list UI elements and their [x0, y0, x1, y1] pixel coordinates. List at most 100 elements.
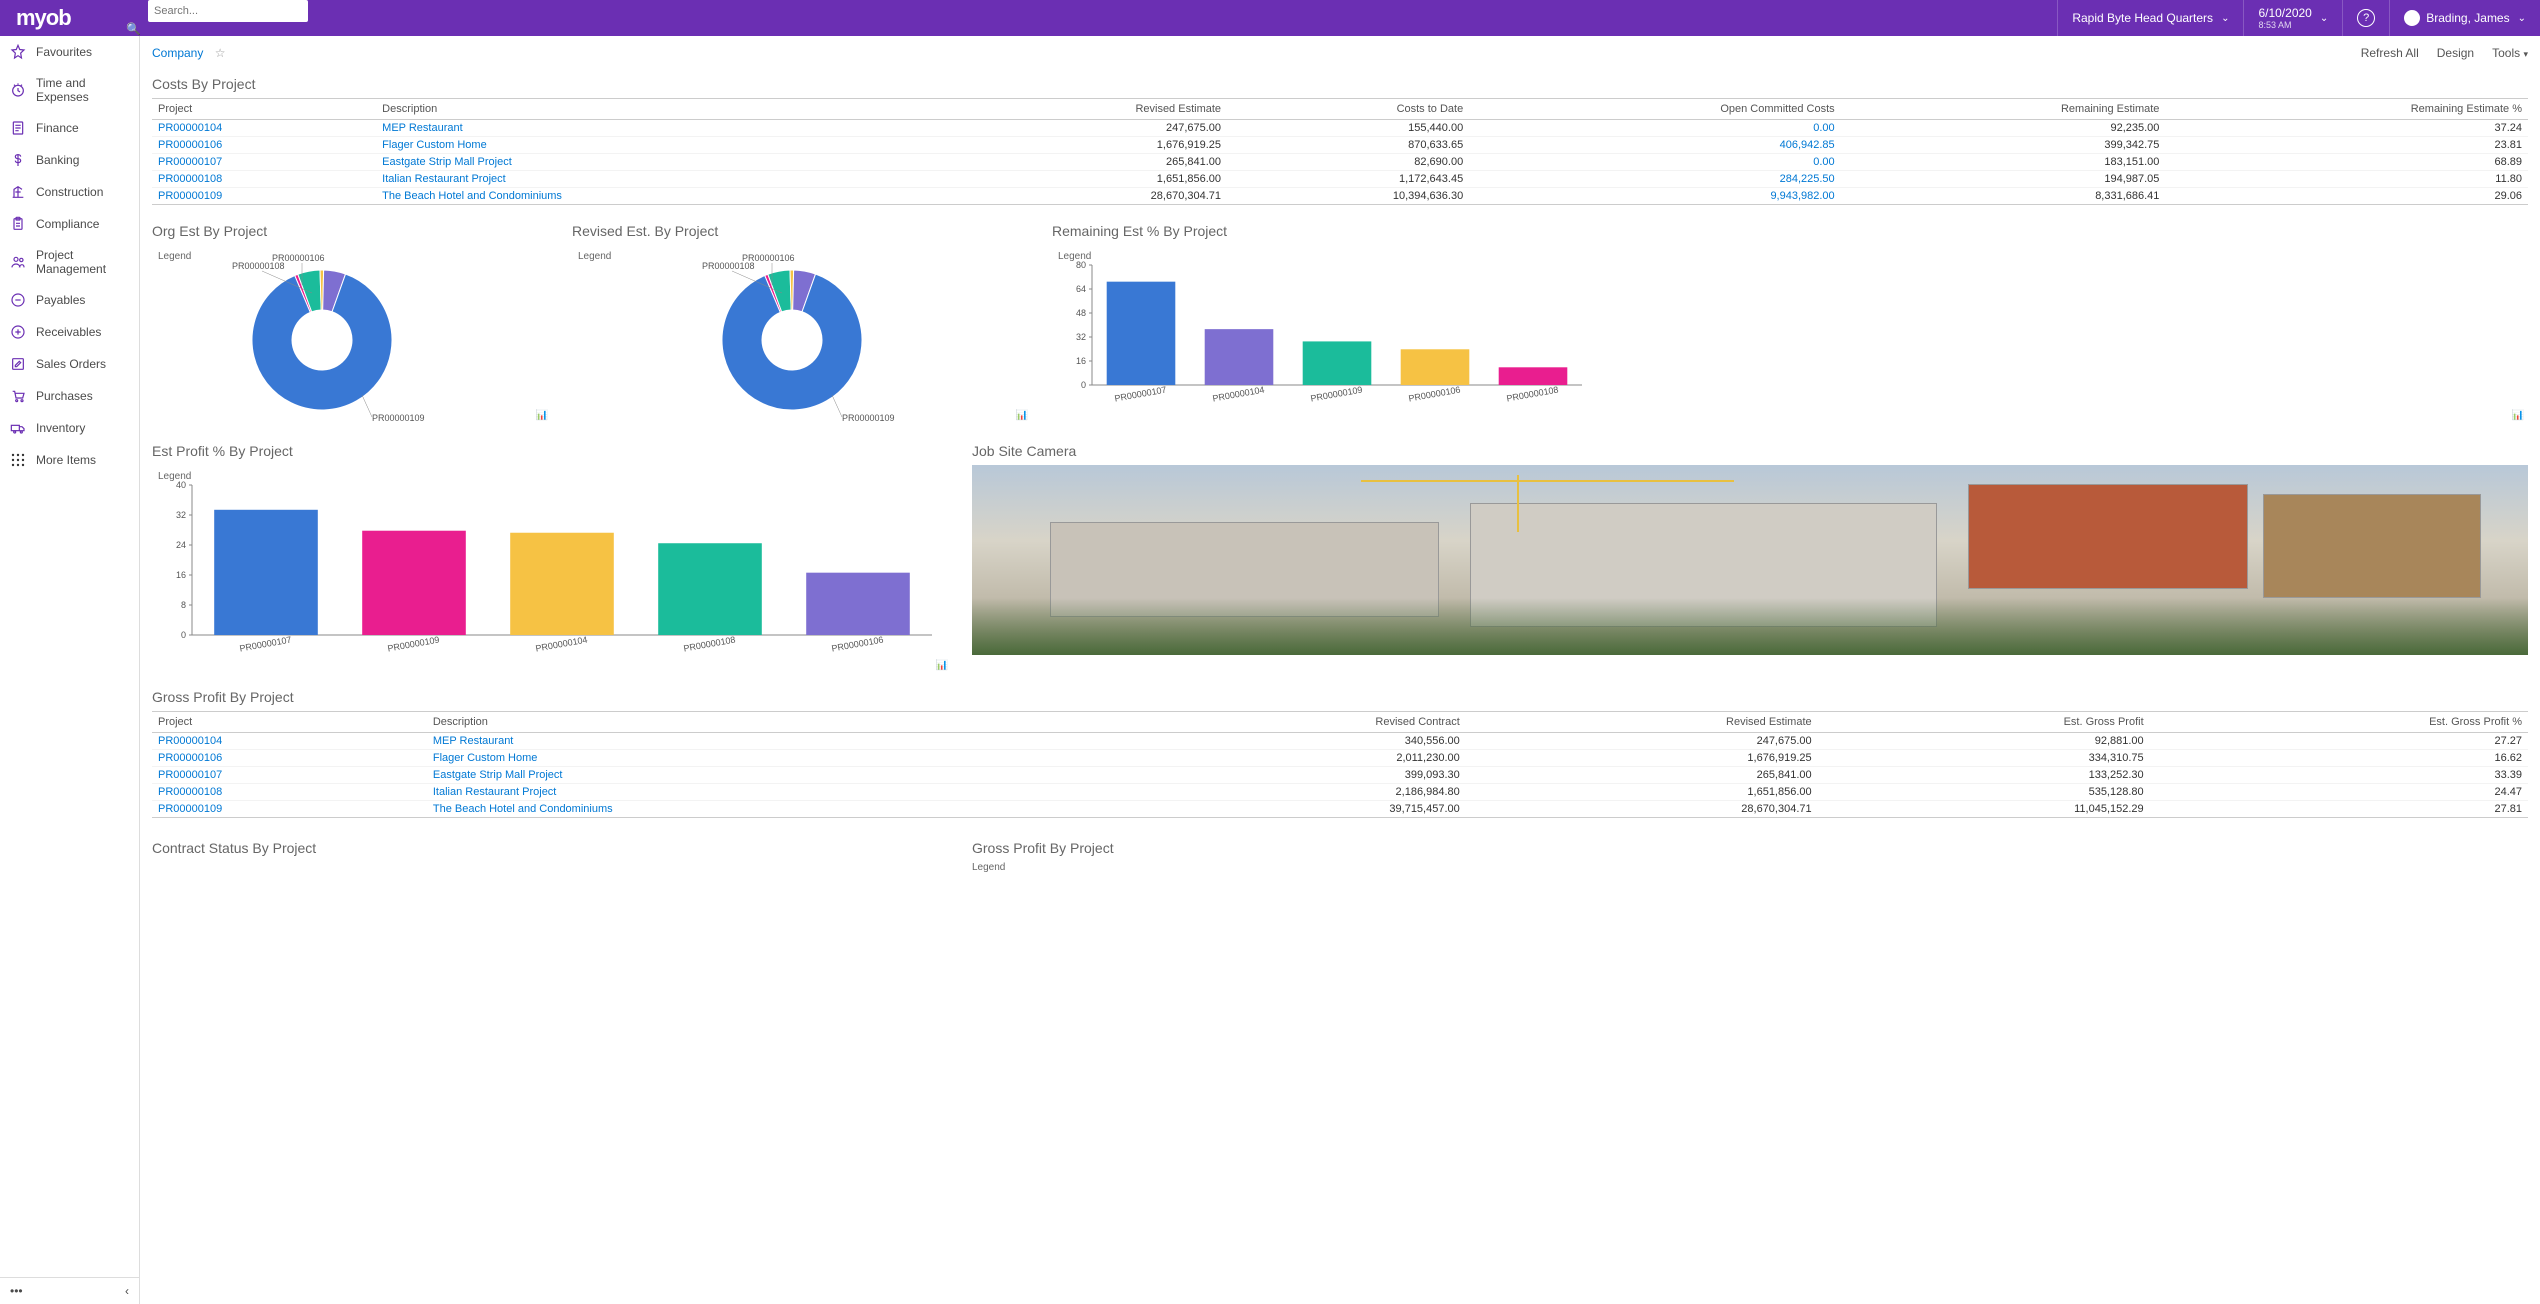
cell: 2,186,984.80 [1118, 784, 1465, 801]
open-cost-link[interactable]: 9,943,982.00 [1770, 190, 1834, 202]
chevron-down-icon: ⌄ [2320, 13, 2328, 24]
sidebar-item-compliance[interactable]: Compliance [0, 208, 139, 240]
open-cost-link[interactable]: 0.00 [1813, 122, 1834, 134]
project-link[interactable]: PR00000109 [158, 803, 222, 815]
desc-link[interactable]: Flager Custom Home [433, 752, 538, 764]
chart-menu-icon[interactable]: 📊 [536, 410, 548, 421]
chevron-down-icon: ▾ [2523, 49, 2528, 59]
col-header[interactable]: Est. Gross Profit [1818, 712, 2150, 733]
desc-link[interactable]: Italian Restaurant Project [382, 173, 506, 185]
desc-link[interactable]: Flager Custom Home [382, 139, 487, 151]
search-input[interactable] [148, 0, 308, 22]
col-header[interactable]: Description [427, 712, 1118, 733]
sidebar-item-more[interactable]: More Items [0, 444, 139, 476]
col-header[interactable]: Revised Estimate [1466, 712, 1818, 733]
company-selector[interactable]: Rapid Byte Head Quarters⌄ [2057, 0, 2243, 36]
svg-text:PR00000106: PR00000106 [1408, 385, 1461, 404]
sidebar-label: Compliance [36, 217, 99, 231]
project-link[interactable]: PR00000107 [158, 156, 222, 168]
project-link[interactable]: PR00000106 [158, 752, 222, 764]
table-row: PR00000107 Eastgate Strip Mall Project 3… [152, 767, 2528, 784]
sidebar-item-sales-orders[interactable]: Sales Orders [0, 348, 139, 380]
col-header[interactable]: Revised Contract [1118, 712, 1465, 733]
col-header[interactable]: Project [152, 99, 376, 120]
table-row: PR00000108 Italian Restaurant Project 1,… [152, 171, 2528, 188]
sidebar-item-project-management[interactable]: Project Management [0, 240, 139, 284]
more-icon[interactable]: ••• [10, 1284, 23, 1298]
user-menu[interactable]: Brading, James ⌄ [2389, 0, 2540, 36]
cell: 2,011,230.00 [1118, 750, 1465, 767]
cell: 23.81 [2165, 137, 2528, 154]
section-camera-title: Job Site Camera [972, 443, 2528, 459]
sidebar-item-purchases[interactable]: Purchases [0, 380, 139, 412]
sidebar-item-banking[interactable]: Banking [0, 144, 139, 176]
sidebar-label: More Items [36, 453, 96, 467]
sidebar-item-receivables[interactable]: Receivables [0, 316, 139, 348]
chart-menu-icon[interactable]: 📊 [1016, 410, 1028, 421]
sidebar-item-construction[interactable]: Construction [0, 176, 139, 208]
sidebar-item-finance[interactable]: Finance [0, 112, 139, 144]
refresh-all-button[interactable]: Refresh All [2361, 46, 2419, 60]
project-link[interactable]: PR00000108 [158, 786, 222, 798]
project-link[interactable]: PR00000104 [158, 122, 222, 134]
section-gross-profit-chart-title: Gross Profit By Project [972, 840, 2528, 856]
search-icon[interactable]: 🔍 [126, 22, 141, 36]
col-header[interactable]: Open Committed Costs [1469, 99, 1840, 120]
desc-link[interactable]: Eastgate Strip Mall Project [433, 769, 563, 781]
collapse-icon[interactable]: ‹ [125, 1284, 129, 1298]
cell: 247,675.00 [940, 120, 1227, 137]
col-header[interactable]: Remaining Estimate % [2165, 99, 2528, 120]
legend-label: Legend [578, 251, 611, 262]
col-header[interactable]: Est. Gross Profit % [2150, 712, 2528, 733]
project-link[interactable]: PR00000108 [158, 173, 222, 185]
col-header[interactable]: Costs to Date [1227, 99, 1469, 120]
desc-link[interactable]: Eastgate Strip Mall Project [382, 156, 512, 168]
cell: 39,715,457.00 [1118, 801, 1465, 818]
chart-menu-icon[interactable]: 📊 [2512, 410, 2524, 421]
col-header[interactable]: Description [376, 99, 940, 120]
design-button[interactable]: Design [2437, 46, 2474, 60]
favourite-star-icon[interactable]: ☆ [215, 46, 226, 60]
help-button[interactable]: ? [2342, 0, 2389, 36]
cell: 11,045,152.29 [1818, 801, 2150, 818]
rev-est-chart[interactable]: PR00000106PR00000108PR00000109 [572, 245, 992, 425]
desc-link[interactable]: Italian Restaurant Project [433, 786, 557, 798]
sidebar-item-payables[interactable]: Payables [0, 284, 139, 316]
remaining-est-chart[interactable]: 01632486480PR00000107PR00000104PR0000010… [1052, 245, 1592, 425]
project-link[interactable]: PR00000107 [158, 769, 222, 781]
sidebar-label: Favourites [36, 45, 92, 59]
project-link[interactable]: PR00000109 [158, 190, 222, 202]
org-est-chart[interactable]: PR00000106PR00000108PR00000109 [152, 245, 472, 425]
sidebar-item-inventory[interactable]: Inventory [0, 412, 139, 444]
sidebar: Favourites Time and ExpensesFinanceBankin… [0, 36, 140, 1304]
desc-link[interactable]: The Beach Hotel and Condominiums [433, 803, 613, 815]
col-header[interactable]: Revised Estimate [940, 99, 1227, 120]
project-link[interactable]: PR00000104 [158, 735, 222, 747]
sidebar-item-time-and-expenses[interactable]: Time and Expenses [0, 68, 139, 112]
cell: 28,670,304.71 [940, 188, 1227, 205]
cell: 399,342.75 [1841, 137, 2166, 154]
table-row: PR00000109 The Beach Hotel and Condomini… [152, 801, 2528, 818]
cell: 16.62 [2150, 750, 2528, 767]
profit-chart[interactable]: 0816243240PR00000107PR00000109PR00000104… [152, 465, 942, 675]
section-profit-title: Est Profit % By Project [152, 443, 952, 459]
desc-link[interactable]: The Beach Hotel and Condominiums [382, 190, 562, 202]
desc-link[interactable]: MEP Restaurant [433, 735, 514, 747]
breadcrumb-company[interactable]: Company [152, 46, 203, 60]
open-cost-link[interactable]: 406,942.85 [1780, 139, 1835, 151]
cell: 24.47 [2150, 784, 2528, 801]
svg-text:PR00000106: PR00000106 [831, 635, 884, 654]
cell: 183,151.00 [1841, 154, 2166, 171]
chart-menu-icon[interactable]: 📊 [936, 660, 948, 671]
project-link[interactable]: PR00000106 [158, 139, 222, 151]
svg-text:PR00000104: PR00000104 [1212, 385, 1265, 404]
col-header[interactable]: Project [152, 712, 427, 733]
open-cost-link[interactable]: 0.00 [1813, 156, 1834, 168]
open-cost-link[interactable]: 284,225.50 [1780, 173, 1835, 185]
sidebar-item-favourites[interactable]: Favourites [0, 36, 139, 68]
table-row: PR00000106 Flager Custom Home 1,676,919.… [152, 137, 2528, 154]
desc-link[interactable]: MEP Restaurant [382, 122, 463, 134]
tools-button[interactable]: Tools ▾ [2492, 46, 2528, 60]
date-selector[interactable]: 6/10/2020 8:53 AM ⌄ [2243, 0, 2342, 36]
col-header[interactable]: Remaining Estimate [1841, 99, 2166, 120]
